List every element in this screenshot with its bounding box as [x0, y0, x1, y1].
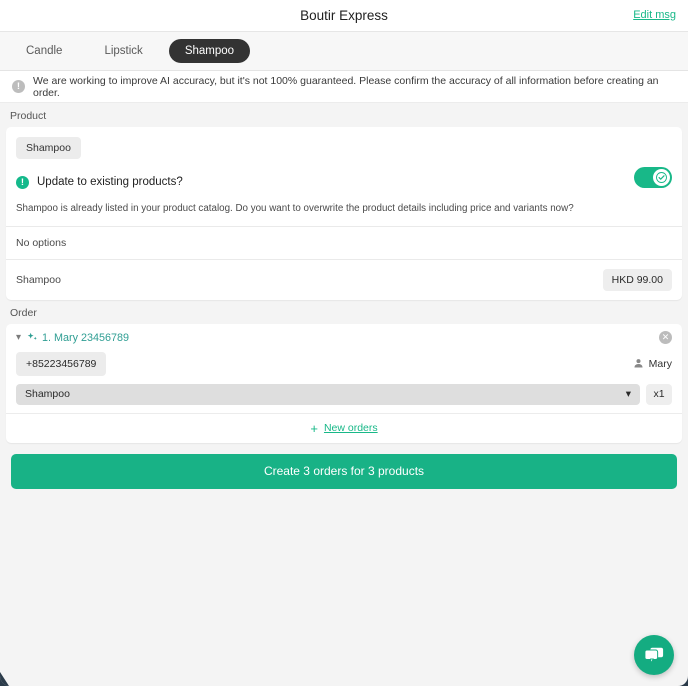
chevron-down-icon: ▾ — [625, 388, 631, 401]
notice-text: We are working to improve AI accuracy, b… — [33, 74, 659, 99]
order-contact-row: +85223456789 Mary — [6, 348, 682, 380]
product-section-label: Product — [10, 110, 47, 122]
chevron-down-icon[interactable]: ▾ — [16, 332, 21, 343]
product-name-chip[interactable]: Shampoo — [16, 137, 81, 159]
page-title: Boutir Express — [300, 8, 388, 23]
product-options-row: No options — [6, 227, 682, 259]
order-quantity[interactable]: x1 — [646, 383, 672, 405]
check-icon — [656, 172, 667, 183]
app-window: Boutir Express Edit msg Candle Lipstick … — [0, 0, 688, 686]
update-prompt-description: Shampoo is already listed in your produc… — [16, 203, 574, 214]
update-products-prompt: ! Update to existing products? — [6, 167, 682, 197]
ai-accuracy-notice: ! We are working to improve AI accuracy,… — [0, 71, 688, 103]
product-card: Shampoo ! Update to existing products? S… — [6, 127, 682, 300]
person-icon — [634, 359, 643, 368]
title-bar: Boutir Express Edit msg — [0, 0, 688, 32]
product-tabs: Candle Lipstick Shampoo — [0, 32, 688, 71]
toggle-knob — [653, 169, 670, 186]
new-orders-label: New orders — [323, 422, 378, 435]
product-name-row: Shampoo — [6, 127, 682, 167]
tab-shampoo[interactable]: Shampoo — [168, 39, 251, 63]
close-icon[interactable]: ✕ — [659, 330, 672, 344]
new-orders-button[interactable]: + New orders — [6, 412, 682, 443]
order-product-value: Shampoo — [25, 388, 70, 401]
tab-lipstick[interactable]: Lipstick — [88, 39, 158, 63]
update-products-toggle[interactable] — [634, 167, 672, 188]
customer-name: Mary — [648, 357, 672, 370]
window-corner — [0, 672, 9, 686]
create-orders-button[interactable]: Create 3 orders for 3 products — [11, 453, 677, 489]
order-item-row: Shampoo ▾ x1 — [6, 380, 682, 413]
variant-price[interactable]: HKD 99.00 — [602, 268, 672, 291]
order-card: ▾ 1. Mary 23456789 ✕ +85223456789 Mary S… — [6, 323, 682, 443]
order-header: ▾ 1. Mary 23456789 ✕ — [6, 324, 682, 348]
chat-bubbles-icon — [644, 647, 664, 664]
sparkle-ai-icon — [27, 332, 38, 343]
product-options-text: No options — [16, 236, 67, 249]
edit-msg-link[interactable]: Edit msg — [633, 9, 676, 21]
update-prompt-title: Update to existing products? — [37, 176, 183, 188]
plus-icon: + — [310, 420, 318, 436]
product-variant-row: Shampoo HKD 99.00 — [6, 260, 682, 300]
variant-name: Shampoo — [16, 273, 61, 286]
cta-container: Create 3 orders for 3 products — [0, 443, 688, 489]
tab-candle[interactable]: Candle — [10, 39, 78, 63]
chat-fab-button[interactable] — [634, 635, 674, 675]
info-circle-green-icon: ! — [16, 175, 29, 189]
order-section-label: Order — [10, 306, 37, 319]
customer-info: Mary — [633, 358, 672, 370]
info-circle-icon: ! — [12, 80, 25, 93]
order-title[interactable]: 1. Mary 23456789 — [42, 332, 129, 344]
phone-chip[interactable]: +85223456789 — [16, 351, 107, 376]
order-product-select[interactable]: Shampoo ▾ — [16, 383, 640, 405]
